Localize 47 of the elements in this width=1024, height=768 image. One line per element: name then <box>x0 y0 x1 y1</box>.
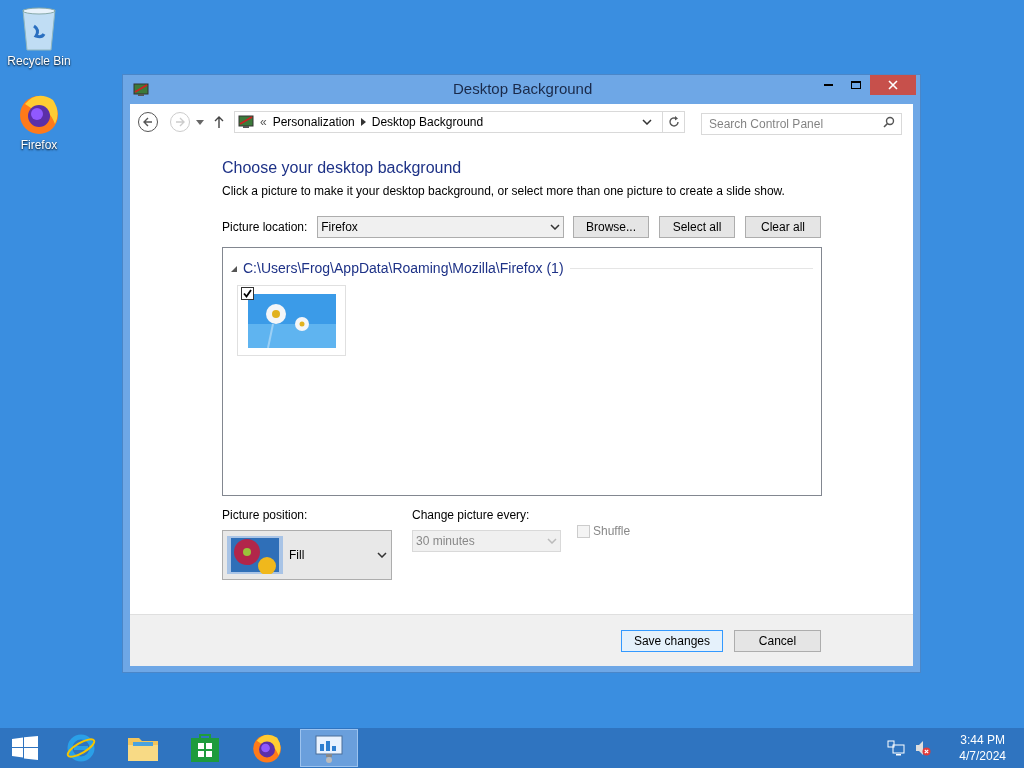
breadcrumb-separator-icon[interactable] <box>360 118 366 126</box>
page-heading: Choose your desktop background <box>222 158 463 178</box>
back-arrow-icon <box>143 117 153 127</box>
breadcrumb-item[interactable]: Desktop Background <box>371 113 484 131</box>
change-picture-label: Change picture every: <box>412 507 531 524</box>
clock[interactable]: 3:44 PM 4/7/2024 <box>959 732 1006 764</box>
location-button[interactable]: Browse... <box>573 216 649 238</box>
search-icon <box>883 116 895 128</box>
page-description: Click a picture to make it your desktop background, or select more than one picture to create a slide show. <box>222 183 786 200</box>
taskbar-app-button[interactable] <box>300 729 358 767</box>
monitor-icon <box>133 82 149 97</box>
location-button[interactable]: Clear all <box>745 216 821 238</box>
dropdown-caret-icon <box>547 538 557 544</box>
group-header[interactable]: C:\Users\Frog\AppData\Roaming\Mozilla\Firefox (1) <box>243 258 564 279</box>
monitor-icon <box>238 115 254 129</box>
store-bag-icon <box>190 733 220 763</box>
dropdown-caret-icon <box>550 224 560 230</box>
close-icon <box>888 80 898 90</box>
browser-e-icon <box>65 732 97 764</box>
picture-position-dropdown[interactable]: Fill <box>222 530 392 580</box>
window-title: Desktop Background <box>453 79 593 100</box>
recent-caret-icon[interactable] <box>196 119 204 125</box>
picture-location-dropdown[interactable]: Firefox <box>317 216 564 238</box>
monitor-chart-icon <box>313 732 345 764</box>
speaker-muted-icon[interactable] <box>915 740 932 756</box>
picture-tile[interactable] <box>237 285 346 356</box>
address-field[interactable]: « Personalization Desktop Background <box>234 111 685 133</box>
group-collapse-icon[interactable] <box>231 265 237 272</box>
location-button[interactable]: Select all <box>659 216 735 238</box>
dropdown-caret-icon <box>377 552 387 558</box>
recycle-bin-icon <box>19 6 59 52</box>
address-history-caret-icon <box>642 119 652 125</box>
search-field[interactable]: Search Control Panel <box>701 113 902 135</box>
picture-location-label: Picture location: <box>222 219 309 236</box>
firefox-icon <box>251 732 283 764</box>
windows-logo-icon <box>12 736 38 760</box>
network-icon[interactable] <box>887 740 906 756</box>
dialog-button[interactable]: Save changes <box>620 629 723 652</box>
picture-checkbox[interactable] <box>241 287 254 300</box>
breadcrumb-item[interactable]: Personalization <box>272 113 355 131</box>
flower-thumbnail-icon <box>227 536 283 574</box>
picture-position-label: Picture position: <box>222 507 309 524</box>
up-arrow-icon[interactable] <box>214 116 224 128</box>
dialog-button[interactable]: Cancel <box>734 629 821 652</box>
breadcrumb-overflow[interactable]: « <box>260 113 267 131</box>
shuffle-label: Shuffle <box>593 523 631 540</box>
refresh-icon[interactable] <box>667 116 680 128</box>
